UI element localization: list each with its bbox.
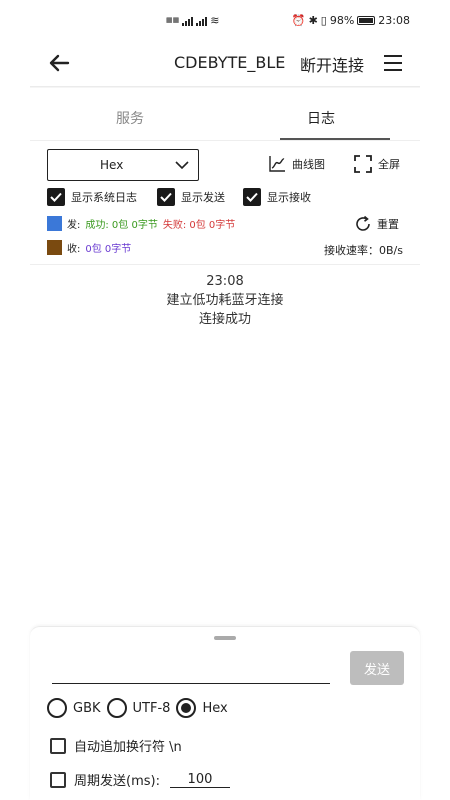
send-color-swatch <box>47 216 62 231</box>
send-prefix: 发: <box>67 220 81 231</box>
receive-stats: 收: 0包 0字节 <box>47 240 131 255</box>
fullscreen-button[interactable]: 全屏 <box>354 155 400 173</box>
reset-label: 重置 <box>377 218 399 231</box>
tab-log[interactable]: 日志 <box>307 108 335 128</box>
menu-icon[interactable] <box>382 52 404 74</box>
clock: 23:08 <box>378 14 410 27</box>
wifi-icon: ≋ <box>210 14 220 27</box>
show-receive-checkbox[interactable]: 显示接收 <box>243 188 311 206</box>
battery-percent: 98% <box>329 14 355 27</box>
auto-newline-checkbox[interactable]: 自动追加换行符 \n <box>50 736 182 755</box>
periodic-interval-input[interactable]: 100 <box>169 772 230 788</box>
show-send-label: 显示发送 <box>181 191 225 204</box>
sim-icon: ▦▦ <box>166 16 180 24</box>
radio-unchecked-icon <box>106 698 127 718</box>
status-right: ⏰ ✱ ▯ 98% 23:08 <box>292 14 410 27</box>
fullscreen-icon <box>354 155 372 173</box>
signal-strength-2-icon <box>196 16 208 26</box>
line-chart-icon <box>269 156 285 172</box>
radio-utf8-label: UTF-8 <box>132 700 171 716</box>
radio-gbk[interactable]: GBK <box>47 698 101 718</box>
log-line: 建立低功耗蓝牙连接 <box>166 293 284 308</box>
tab-services[interactable]: 服务 <box>116 108 144 128</box>
log-timestamp: 23:08 <box>206 274 244 289</box>
show-system-log-checkbox[interactable]: 显示系统日志 <box>47 188 137 206</box>
chart-button[interactable]: 曲线图 <box>268 155 325 173</box>
alarm-icon: ⏰ <box>291 14 306 27</box>
checkbox-unchecked-icon <box>50 737 66 754</box>
receive-color-swatch <box>47 240 62 255</box>
status-bar: ▦▦ ≋ ⏰ ✱ ▯ 98% 23:08 <box>0 0 450 44</box>
signal-strength-icon <box>182 16 194 26</box>
receive-rate: 接收速率：0B/s <box>324 244 403 257</box>
log-area: 23:08 建立低功耗蓝牙连接 连接成功 <box>0 272 450 329</box>
receive-stat: 0包 0字节 <box>85 244 132 255</box>
title-bar: CDEBYTE_BLE 断开连接 <box>0 44 450 84</box>
log-line: 连接成功 <box>198 312 251 327</box>
periodic-send-label: 周期发送(ms): <box>74 774 160 789</box>
show-system-log-label: 显示系统日志 <box>71 191 137 204</box>
send-button[interactable]: 发送 <box>350 651 404 685</box>
refresh-icon <box>356 215 370 231</box>
encoding-dropdown-value: Hex <box>100 158 124 172</box>
vibrate-icon: ▯ <box>320 14 327 27</box>
back-arrow-icon[interactable] <box>44 48 74 78</box>
tabs-divider <box>30 140 420 141</box>
drag-handle[interactable] <box>214 636 236 640</box>
checkbox-checked-icon <box>243 188 261 206</box>
radio-utf8[interactable]: UTF-8 <box>106 698 171 718</box>
device-title: CDEBYTE_BLE <box>174 53 286 72</box>
show-receive-label: 显示接收 <box>267 191 311 204</box>
radio-hex[interactable]: Hex <box>176 698 228 718</box>
checkbox-unchecked-icon <box>50 771 66 788</box>
auto-newline-label: 自动追加换行符 \n <box>74 740 182 755</box>
bluetooth-icon: ✱ <box>308 14 318 27</box>
tab-bar: 服务 日志 <box>30 96 420 140</box>
encoding-radio-group: GBK UTF-8 Hex <box>47 698 234 718</box>
radio-gbk-label: GBK <box>73 700 101 716</box>
checkbox-checked-icon <box>47 188 65 206</box>
radio-unchecked-icon <box>47 698 67 718</box>
send-data-input[interactable] <box>52 658 330 684</box>
battery-icon <box>357 16 376 25</box>
send-fail-stat: 失败: 0包 0字节 <box>162 220 236 231</box>
chart-label: 曲线图 <box>292 158 325 171</box>
title-divider <box>30 86 420 88</box>
fullscreen-label: 全屏 <box>378 158 400 171</box>
chevron-down-icon <box>175 161 189 170</box>
encoding-dropdown[interactable]: Hex <box>47 149 199 181</box>
periodic-send-checkbox[interactable]: 周期发送(ms): 100 <box>50 770 230 789</box>
disconnect-button[interactable]: 断开连接 <box>300 52 364 76</box>
reset-button[interactable]: 重置 <box>354 215 399 233</box>
stats-divider <box>30 264 420 265</box>
checkbox-checked-icon <box>157 188 175 206</box>
show-send-checkbox[interactable]: 显示发送 <box>157 188 225 206</box>
radio-checked-icon <box>176 698 197 718</box>
radio-hex-label: Hex <box>202 700 228 716</box>
signal-indicators: ▦▦ ≋ <box>166 14 219 27</box>
send-success-stat: 成功: 0包 0字节 <box>85 220 158 231</box>
receive-prefix: 收: <box>67 244 81 255</box>
send-stats: 发: 成功: 0包 0字节 失败: 0包 0字节 <box>47 216 235 231</box>
